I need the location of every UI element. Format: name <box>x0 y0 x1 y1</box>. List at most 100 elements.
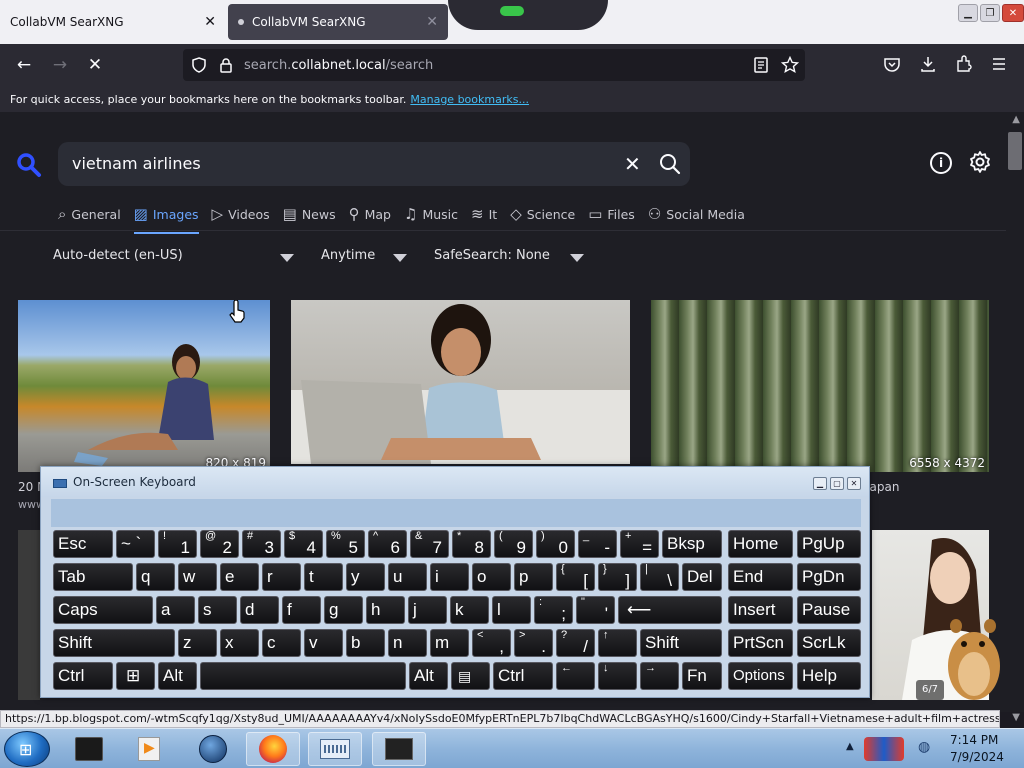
forward-arrow-icon[interactable]: → <box>49 54 71 76</box>
download-icon[interactable] <box>919 55 937 73</box>
key-t[interactable]: t <box>304 563 343 591</box>
reader-view-icon[interactable] <box>753 57 769 73</box>
clock-time[interactable]: 7:14 PM <box>950 733 998 747</box>
key-n[interactable]: n <box>388 629 427 657</box>
key-tab[interactable]: Tab <box>53 563 133 591</box>
star-bookmark-icon[interactable] <box>781 56 799 74</box>
key-ctrl-right[interactable]: Ctrl <box>493 662 553 690</box>
key-6[interactable]: ^ 6 <box>368 530 407 558</box>
tab-science[interactable]: ◇ Science <box>510 200 575 228</box>
chevron-down-icon[interactable] <box>393 254 407 262</box>
key-j[interactable]: j <box>408 596 447 624</box>
key-4[interactable]: $4 <box>284 530 323 558</box>
key-x[interactable]: x <box>220 629 259 657</box>
osk-title-bar[interactable]: On-Screen Keyboard <box>41 467 869 497</box>
key-down-arrow[interactable]: ↓ <box>598 662 637 690</box>
back-arrow-icon[interactable]: ← <box>13 54 35 76</box>
key-i[interactable]: i <box>430 563 469 591</box>
key-backspace[interactable]: Bksp <box>662 530 722 558</box>
key-comma[interactable]: <, <box>472 629 511 657</box>
key-del[interactable]: Del <box>682 563 722 591</box>
close-window-button[interactable]: ✕ <box>847 477 861 490</box>
key-fn[interactable]: Fn <box>682 662 722 690</box>
key-right-arrow[interactable]: → <box>640 662 679 690</box>
key-slash[interactable]: ? / <box>556 629 595 657</box>
close-tab-icon[interactable]: ✕ <box>426 14 438 30</box>
key-s[interactable]: s <box>198 596 237 624</box>
key-e[interactable]: e <box>220 563 259 591</box>
key-u[interactable]: u <box>388 563 427 591</box>
image-result[interactable] <box>18 530 40 700</box>
pocket-icon[interactable] <box>883 56 901 74</box>
key-windows[interactable]: ⊞ <box>116 662 155 690</box>
close-window-button[interactable]: ✕ <box>1002 4 1024 22</box>
key-ctrl-left[interactable]: Ctrl <box>53 662 113 690</box>
info-icon[interactable]: i <box>930 152 952 174</box>
key-0[interactable]: ) 0 <box>536 530 575 558</box>
taskbar-globe-app[interactable] <box>186 732 240 766</box>
shield-icon[interactable] <box>191 57 207 73</box>
tab-music[interactable]: ♫ Music <box>404 200 458 228</box>
time-range-select[interactable]: Anytime <box>321 248 375 263</box>
image-result[interactable]: 820 x 819 <box>18 300 270 472</box>
stop-loading-icon[interactable]: ✕ <box>84 54 106 76</box>
key-d[interactable]: d <box>240 596 279 624</box>
key-equals[interactable]: + = <box>620 530 659 558</box>
key-pgdn[interactable]: PgDn <box>797 563 861 591</box>
search-box[interactable]: vietnam airlines ✕ <box>58 142 690 186</box>
key-r[interactable]: r <box>262 563 301 591</box>
key-backslash[interactable]: | \ <box>640 563 679 591</box>
key-alt-left[interactable]: Alt <box>158 662 197 690</box>
key-a[interactable]: a <box>156 596 195 624</box>
url-bar[interactable]: search.collabnet.local/search <box>183 49 805 81</box>
key-3[interactable]: #3 <box>242 530 281 558</box>
key-2[interactable]: @2 <box>200 530 239 558</box>
key-pause[interactable]: Pause <box>797 596 861 624</box>
key-caps[interactable]: Caps <box>53 596 153 624</box>
tab-images[interactable]: ▨ Images <box>133 200 199 234</box>
key-menu[interactable]: ▤ <box>451 662 490 690</box>
key-insert[interactable]: Insert <box>728 596 793 624</box>
key-l[interactable]: l <box>492 596 531 624</box>
image-caption[interactable]: Japan <box>866 480 899 494</box>
tab-collabvm-searxng-2[interactable]: CollabVM SearXNG ✕ <box>228 4 448 40</box>
search-input[interactable]: vietnam airlines <box>72 154 201 173</box>
key-esc[interactable]: Esc <box>53 530 113 558</box>
key-options[interactable]: Options <box>728 662 793 690</box>
tab-general[interactable]: ⌕ General <box>58 200 121 228</box>
manage-bookmarks-link[interactable]: Manage bookmarks... <box>410 93 529 106</box>
key-prtscn[interactable]: PrtScn <box>728 629 793 657</box>
key-m[interactable]: m <box>430 629 469 657</box>
key-1[interactable]: ! 1 <box>158 530 197 558</box>
scrollbar-thumb[interactable] <box>1008 132 1022 170</box>
key-alt-right[interactable]: Alt <box>409 662 448 690</box>
show-hidden-icons[interactable]: ▲ <box>846 741 854 752</box>
maximize-button[interactable]: ▢ <box>830 477 844 490</box>
language-select[interactable]: Auto-detect (en-US) <box>53 248 183 263</box>
menu-hamburger-icon[interactable] <box>991 56 1007 72</box>
taskbar-window-app[interactable] <box>372 732 426 766</box>
tray-app-icon[interactable] <box>864 737 904 761</box>
key-9[interactable]: (9 <box>494 530 533 558</box>
vertical-scrollbar[interactable] <box>1006 112 1024 712</box>
key-f[interactable]: f <box>282 596 321 624</box>
key-home[interactable]: Home <box>728 530 793 558</box>
key-g[interactable]: g <box>324 596 363 624</box>
taskbar-terminal-app[interactable] <box>62 732 116 766</box>
key-left-bracket[interactable]: {[ <box>556 563 595 591</box>
key-q[interactable]: q <box>136 563 175 591</box>
tab-it[interactable]: ≋ It <box>471 200 497 228</box>
key-o[interactable]: o <box>472 563 511 591</box>
key-left-arrow[interactable]: ← <box>556 662 595 690</box>
key-shift-left[interactable]: Shift <box>53 629 175 657</box>
key-h[interactable]: h <box>366 596 405 624</box>
key-y[interactable]: y <box>346 563 385 591</box>
taskbar-keyboard-app[interactable] <box>308 732 362 766</box>
key-z[interactable]: z <box>178 629 217 657</box>
image-result[interactable]: 6558 x 4372 <box>651 300 989 472</box>
taskbar-firefox-app[interactable] <box>246 732 300 766</box>
key-pgup[interactable]: PgUp <box>797 530 861 558</box>
key-right-bracket[interactable]: }] <box>598 563 637 591</box>
taskbar-media-player-app[interactable]: ▶ <box>122 732 176 766</box>
network-icon[interactable]: ◍ <box>918 739 930 755</box>
